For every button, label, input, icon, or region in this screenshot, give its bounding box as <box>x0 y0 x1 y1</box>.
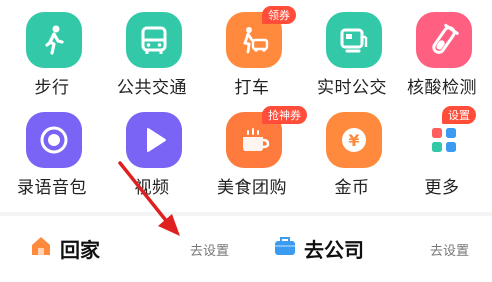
tile-video[interactable]: 视频 <box>104 100 200 200</box>
tile-coins[interactable]: ¥ 金币 <box>304 100 400 200</box>
test-tube-icon <box>416 12 472 68</box>
shortcut-title: 回家 <box>60 237 100 262</box>
settings-badge: 设置 <box>442 106 476 124</box>
tile-realtime-bus[interactable]: 实时公交 <box>304 0 400 100</box>
shortcut-home[interactable]: 回家 去设置 <box>30 228 246 268</box>
tile-walk[interactable]: 步行 <box>4 0 100 100</box>
bus-icon <box>126 12 182 68</box>
tile-more[interactable]: 设置 更多 <box>394 100 490 200</box>
section-divider <box>0 212 492 216</box>
tile-public-transit[interactable]: 公共交通 <box>104 0 200 100</box>
set-company-link[interactable]: 去设置 <box>430 240 469 259</box>
record-icon <box>26 112 82 168</box>
tile-label: 公共交通 <box>117 78 187 98</box>
tile-label: 打车 <box>234 78 270 98</box>
tile-label: 美食团购 <box>217 178 287 198</box>
tile-label: 实时公交 <box>317 78 387 98</box>
tile-label: 视频 <box>134 178 170 198</box>
svg-text:¥: ¥ <box>348 131 359 150</box>
tile-label: 更多 <box>424 178 460 198</box>
super-coupon-badge: 抢神券 <box>262 106 307 124</box>
feature-grid: 步行 公共交通 领券 打车 实时公交 核酸检测 录语音包 视频 抢神券 美食团购… <box>0 0 492 210</box>
tile-taxi[interactable]: 领券 打车 <box>204 0 300 100</box>
tile-label: 录语音包 <box>17 178 87 198</box>
tile-nucleic-test[interactable]: 核酸检测 <box>394 0 490 100</box>
shortcut-company[interactable]: 去公司 去设置 <box>274 228 482 268</box>
coupon-badge: 领券 <box>262 6 296 24</box>
briefcase-icon <box>274 235 296 261</box>
realtime-bus-icon <box>326 12 382 68</box>
tile-label: 核酸检测 <box>407 78 477 98</box>
home-icon <box>30 235 52 261</box>
tile-label: 步行 <box>34 78 70 98</box>
shortcut-title: 去公司 <box>304 237 364 262</box>
walk-icon <box>26 12 82 68</box>
play-icon <box>126 112 182 168</box>
coin-icon: ¥ <box>326 112 382 168</box>
tile-label: 金币 <box>334 178 370 198</box>
tile-record-voice[interactable]: 录语音包 <box>4 100 100 200</box>
tile-food-deals[interactable]: 抢神券 美食团购 <box>204 100 307 200</box>
set-home-link[interactable]: 去设置 <box>190 240 229 259</box>
